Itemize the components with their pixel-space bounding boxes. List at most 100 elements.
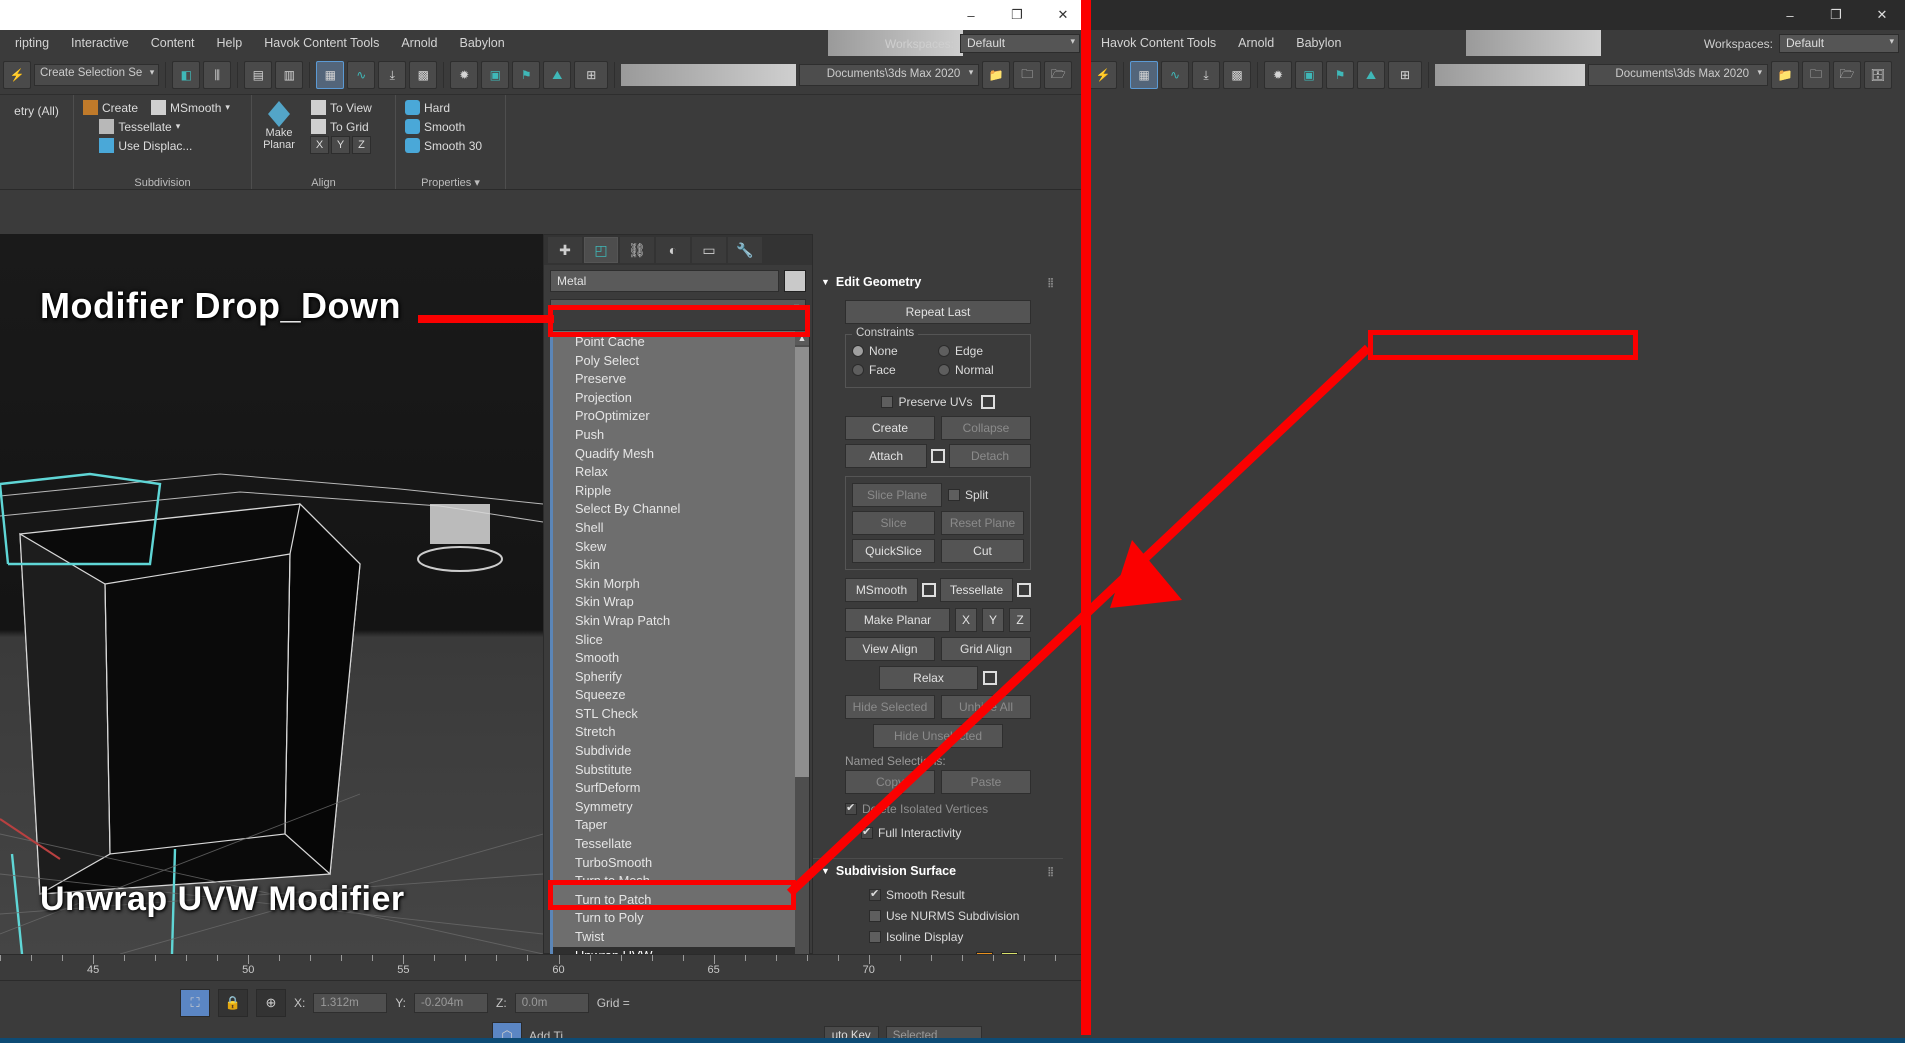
render-iterative-icon[interactable]: ⛰ [1357,61,1385,89]
menu-havok-content-tools[interactable]: Havok Content Tools [253,33,390,53]
modifier-item-stretch[interactable]: Stretch [553,723,809,742]
y-coord-field[interactable]: -0.204m [414,993,488,1013]
modifier-item-symmetry[interactable]: Symmetry [553,798,809,817]
tab-utilities[interactable]: 🔧 [728,237,762,263]
ribbon-to-view-button[interactable]: To View [306,98,377,117]
tab-hierarchy[interactable]: ⛓ [620,237,654,263]
export-project-icon[interactable]: 🗄 [1864,61,1892,89]
scene-explorer-icon[interactable]: ▦ [1130,61,1158,89]
relax-button[interactable]: Relax [879,666,978,690]
mirror-icon[interactable]: ◧ [172,61,200,89]
modifier-item-surfdeform[interactable]: SurfDeform [553,779,809,798]
msmooth-button[interactable]: MSmooth [845,578,918,602]
attach-settings-icon[interactable] [931,449,945,463]
render-production-icon[interactable]: ⚑ [512,61,540,89]
ribbon-geometry-all[interactable]: etry (All) [9,102,64,120]
modifier-item-stl-check[interactable]: STL Check [553,705,809,724]
tab-display[interactable]: ▭ [692,237,726,263]
project-folder-icon[interactable]: 📁 [982,61,1010,89]
make-planar-z-button[interactable]: Z [1009,608,1031,632]
material-editor-icon[interactable]: ▩ [409,61,437,89]
ribbon-to-grid-button[interactable]: To Grid [306,117,374,136]
view-align-button[interactable]: View Align [845,637,935,661]
create-button[interactable]: Create [845,416,935,440]
lock-icon[interactable]: 🔒 [218,989,248,1017]
close-icon[interactable]: ✕ [1859,0,1905,30]
tessellate-button[interactable]: Tessellate [940,578,1013,602]
smooth-result-checkbox[interactable]: Smooth Result [869,888,965,902]
left-timebar[interactable]: 455055606570 [0,954,1086,980]
isoline-display-checkbox[interactable]: Isoline Display [869,930,963,944]
modifier-item-skin-wrap[interactable]: Skin Wrap [553,593,809,612]
open-project-icon[interactable]: 🗀 [1013,61,1041,89]
ribbon-smooth-button[interactable]: Smooth [400,117,470,136]
grid-align-button[interactable]: Grid Align [941,637,1031,661]
modifier-item-skin[interactable]: Skin [553,556,809,575]
modifier-item-substitute[interactable]: Substitute [553,761,809,780]
attach-button[interactable]: Attach [845,444,927,468]
modifier-item-ripple[interactable]: Ripple [553,482,809,501]
maximize-icon[interactable]: ❐ [994,0,1040,30]
render-setup-icon[interactable]: ✹ [1264,61,1292,89]
drag-handle-icon[interactable]: ⣿ [1047,277,1055,288]
menu-help[interactable]: Help [206,33,254,53]
absolute-mode-icon[interactable]: ⊕ [256,989,286,1017]
constraint-edge-radio[interactable]: Edge [938,344,983,358]
curve-editor-icon[interactable]: ∿ [347,61,375,89]
modifier-item-slice[interactable]: Slice [553,631,809,650]
menu-interactive[interactable]: Interactive [60,33,140,53]
workspace-dropdown[interactable]: Default [960,34,1080,53]
project-path-dropdown[interactable]: Documents\3ds Max 2020 [1588,64,1768,86]
ribbon-tessellate-button[interactable]: Tessellate ▾ [94,117,185,136]
modifier-item-turbosmooth[interactable]: TurboSmooth [553,854,809,873]
grid-toggle-icon[interactable]: ⊞ [574,61,608,89]
preserve-uvs-settings-icon[interactable] [981,395,995,409]
modifier-item-turn-to-mesh[interactable]: Turn to Mesh [553,872,809,891]
modifier-item-spherify[interactable]: Spherify [553,668,809,687]
render-setup-icon[interactable]: ✹ [450,61,478,89]
close-icon[interactable]: ✕ [1040,0,1086,30]
subdivision-surface-header[interactable]: ▼ Subdivision Surface ⣿ [813,859,1063,883]
modifier-dropdown-items[interactable]: Point CachePoly SelectPreserveProjection… [553,331,809,1030]
modifier-item-smooth[interactable]: Smooth [553,649,809,668]
modifier-item-twist[interactable]: Twist [553,928,809,947]
ribbon-use-displacement-button[interactable]: Use Displac... [94,136,197,155]
z-coord-field[interactable]: 0.0m [515,993,589,1013]
cut-button[interactable]: Cut [941,539,1024,563]
make-planar-button[interactable]: Make Planar [845,608,950,632]
project-folder-icon[interactable]: 📁 [1771,61,1799,89]
full-interactivity-checkbox[interactable]: Full Interactivity [861,826,961,840]
object-name-field[interactable]: Metal [550,270,779,292]
modifier-list-dropdown[interactable] [550,299,806,307]
tessellate-settings-icon[interactable] [1017,583,1031,597]
constraint-face-radio[interactable]: Face [852,363,896,377]
modifier-item-poly-select[interactable]: Poly Select [553,352,809,371]
msmooth-settings-icon[interactable] [922,583,936,597]
modifier-item-taper[interactable]: Taper [553,816,809,835]
render-frame-icon[interactable]: ▣ [481,61,509,89]
left-viewport[interactable] [0,234,543,954]
scroll-up-arrow-icon[interactable]: ▲ [795,331,809,345]
make-planar-x-button[interactable]: X [955,608,977,632]
modifier-item-select-by-channel[interactable]: Select By Channel [553,500,809,519]
project-path-dropdown[interactable]: Documents\3ds Max 2020 [799,64,979,86]
ribbon-create-button[interactable]: Create [78,98,143,117]
grid-toggle-icon[interactable]: ⊞ [1388,61,1422,89]
modifier-item-quadify-mesh[interactable]: Quadify Mesh [553,445,809,464]
menu-arnold[interactable]: Arnold [1227,33,1285,53]
modifier-item-turn-to-poly[interactable]: Turn to Poly [553,909,809,928]
modifier-item-turn-to-patch[interactable]: Turn to Patch [553,891,809,910]
object-color-swatch[interactable] [784,270,806,292]
modifier-item-preserve[interactable]: Preserve [553,370,809,389]
select-object-icon[interactable]: ⚡ [3,61,31,89]
minimize-icon[interactable]: – [1767,0,1813,30]
modifier-dropdown-list[interactable]: Point CachePoly SelectPreserveProjection… [550,330,810,1030]
split-checkbox[interactable]: Split [948,488,1024,502]
modifier-item-tessellate[interactable]: Tessellate [553,835,809,854]
scene-explorer-icon[interactable]: ▦ [316,61,344,89]
ribbon-make-planar-label[interactable]: Make Planar [256,127,302,151]
schematic-view-icon[interactable]: ⤓ [378,61,406,89]
align-axis-x-button[interactable]: X [310,136,329,154]
render-frame-icon[interactable]: ▣ [1295,61,1323,89]
quickslice-button[interactable]: QuickSlice [852,539,935,563]
